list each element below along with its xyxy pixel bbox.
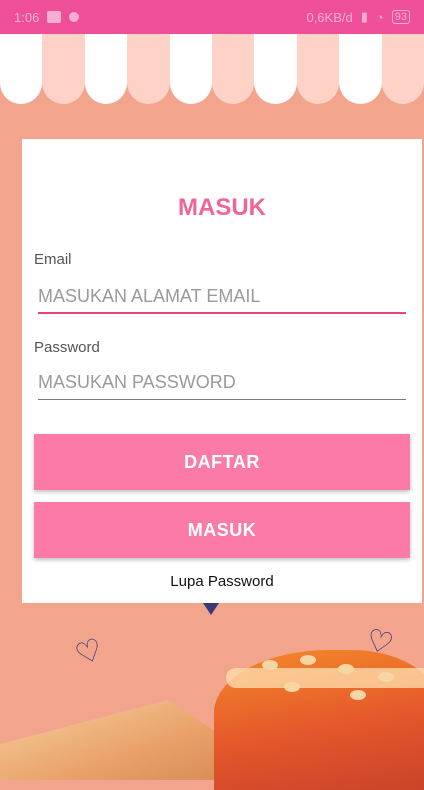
forgot-password-link[interactable]: Lupa Password xyxy=(22,573,422,590)
email-underline xyxy=(38,312,406,314)
awning-banner xyxy=(0,34,424,120)
cake-topping xyxy=(284,682,300,692)
awning-stripe xyxy=(42,34,85,104)
cake-topping xyxy=(338,664,354,674)
awning-stripe xyxy=(381,34,424,104)
heart-icon: ♡ xyxy=(70,632,108,673)
awning-stripe xyxy=(339,34,382,104)
cake-topping xyxy=(378,672,394,682)
password-field[interactable] xyxy=(38,363,406,401)
awning-stripe xyxy=(296,34,340,104)
status-time: 1:06 xyxy=(14,9,40,25)
battery-icon: 93 xyxy=(391,10,410,24)
cake-illustration xyxy=(0,700,240,780)
network-speed: 0,6KB/d xyxy=(306,9,353,25)
page-title: MASUK xyxy=(178,194,266,221)
status-bar: 1:06 0,6KB/d ▮ ◔ 93 xyxy=(0,0,424,34)
signal-icon: ▮ xyxy=(360,9,368,24)
cake-cream xyxy=(226,668,424,688)
cake-topping xyxy=(262,660,278,670)
awning-stripe xyxy=(127,34,170,104)
awning-stripe xyxy=(0,34,43,104)
awning-stripe xyxy=(254,34,297,104)
email-label: Email xyxy=(34,251,72,268)
email-field[interactable] xyxy=(38,277,406,315)
login-button[interactable]: MASUK xyxy=(34,502,410,558)
notification-icon xyxy=(47,11,62,23)
password-underline xyxy=(38,399,406,400)
status-right: 0,6KB/d ▮ ◔ 93 xyxy=(306,9,410,25)
awning-stripe xyxy=(84,34,128,104)
password-label: Password xyxy=(34,339,100,356)
wifi-icon: ◔ xyxy=(375,9,384,25)
cake-topping xyxy=(350,690,366,700)
cake-topping xyxy=(300,655,316,665)
app-icon xyxy=(69,12,80,22)
status-left: 1:06 xyxy=(14,9,80,25)
awning-stripe xyxy=(169,34,213,104)
awning-stripe xyxy=(212,34,255,104)
register-button[interactable]: DAFTAR xyxy=(34,434,410,490)
login-card: MASUK Email Password DAFTAR MASUK Lupa P… xyxy=(22,139,422,603)
heart-decoration xyxy=(203,603,219,615)
